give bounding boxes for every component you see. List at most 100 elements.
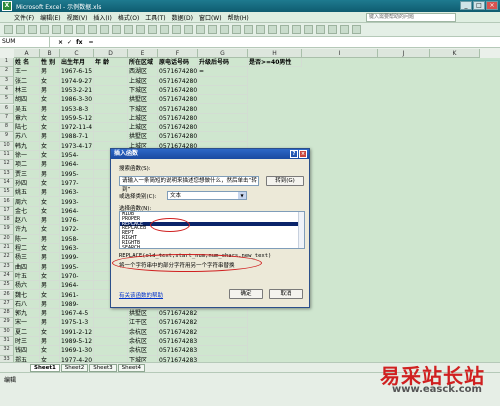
name-box[interactable]: SUM bbox=[0, 37, 50, 47]
table-cell[interactable]: 魏七 bbox=[14, 290, 40, 300]
header-cell[interactable]: 原电话号码 bbox=[158, 58, 198, 68]
column-header[interactable]: K bbox=[430, 49, 480, 58]
table-cell[interactable]: 西湖区 bbox=[128, 67, 158, 77]
column-header[interactable]: H bbox=[248, 49, 302, 58]
table-cell[interactable]: 陆七 bbox=[14, 123, 40, 133]
table-cell[interactable]: 宋一 bbox=[14, 318, 40, 328]
table-cell[interactable]: 男 bbox=[40, 188, 60, 198]
header-cell[interactable]: 姓 名 bbox=[14, 58, 40, 68]
row-header[interactable]: 29 bbox=[0, 318, 14, 328]
table-cell[interactable]: 1977- bbox=[60, 178, 94, 189]
toolbar-button[interactable] bbox=[292, 25, 301, 34]
row-header[interactable]: 5 bbox=[0, 95, 14, 105]
table-cell[interactable]: 陈一 bbox=[14, 234, 40, 244]
header-cell[interactable]: 升级后号码 bbox=[198, 58, 248, 68]
table-cell[interactable]: 05716742801 bbox=[158, 67, 198, 77]
minimize-button[interactable]: _ bbox=[460, 1, 472, 10]
table-cell[interactable] bbox=[94, 327, 128, 337]
header-cell[interactable]: 是否>=40男性 bbox=[248, 58, 302, 68]
function-list-item[interactable]: SEARCH bbox=[120, 245, 304, 248]
table-cell[interactable]: 赵八 bbox=[14, 216, 40, 226]
row-header[interactable]: 22 bbox=[0, 253, 14, 263]
table-cell[interactable]: 05716742830 bbox=[158, 337, 198, 347]
enter-icon[interactable]: ✓ bbox=[67, 39, 72, 46]
toolbar-button[interactable] bbox=[220, 25, 229, 34]
table-cell[interactable] bbox=[94, 104, 128, 114]
table-cell[interactable] bbox=[198, 113, 248, 124]
row-header[interactable]: 25 bbox=[0, 281, 14, 291]
category-select[interactable]: 文本 ▼ bbox=[167, 191, 247, 200]
table-cell[interactable]: 贾三 bbox=[14, 169, 40, 179]
table-cell[interactable]: 1995- bbox=[60, 169, 94, 179]
table-cell[interactable]: 韩九 bbox=[14, 141, 40, 151]
row-header[interactable]: 8 bbox=[0, 123, 14, 133]
column-header[interactable]: F bbox=[158, 49, 198, 58]
table-cell[interactable]: 男 bbox=[40, 309, 60, 319]
table-cell[interactable]: 1972-11-4 bbox=[60, 123, 94, 133]
table-cell[interactable]: 1988-7-1 bbox=[60, 132, 94, 142]
header-cell[interactable]: 年 龄 bbox=[94, 58, 128, 68]
row-header[interactable]: 6 bbox=[0, 104, 14, 114]
table-cell[interactable]: 1967-6-15 bbox=[60, 67, 94, 77]
table-cell[interactable]: 郭九 bbox=[14, 309, 40, 319]
menu-item[interactable]: 帮助(H) bbox=[228, 13, 249, 22]
header-cell[interactable]: 出生年月 bbox=[60, 58, 94, 68]
table-cell[interactable]: 1958- bbox=[60, 234, 94, 244]
table-cell[interactable]: 1969-1-30 bbox=[60, 346, 94, 356]
table-cell[interactable]: 1972- bbox=[60, 225, 94, 235]
table-cell[interactable] bbox=[94, 132, 128, 142]
row-header[interactable]: 11 bbox=[0, 151, 14, 161]
table-cell[interactable]: 1970- bbox=[60, 271, 94, 282]
row-header[interactable]: 21 bbox=[0, 244, 14, 254]
table-cell[interactable]: 05716742806 bbox=[158, 113, 198, 124]
table-cell[interactable]: 男 bbox=[40, 337, 60, 347]
column-header[interactable]: I bbox=[302, 49, 378, 58]
toolbar-button[interactable] bbox=[148, 25, 157, 34]
toolbar-button[interactable] bbox=[184, 25, 193, 34]
header-cell[interactable]: 性 别 bbox=[40, 58, 60, 68]
table-cell[interactable]: 石八 bbox=[14, 299, 40, 310]
list-scrollbar[interactable] bbox=[298, 212, 304, 248]
dialog-close-icon[interactable]: × bbox=[299, 150, 307, 158]
toolbar-button[interactable] bbox=[4, 25, 13, 34]
table-cell[interactable]: 张二 bbox=[14, 76, 40, 86]
table-cell[interactable]: 1975-1-3 bbox=[60, 318, 94, 328]
table-cell[interactable]: 女 bbox=[40, 327, 60, 337]
table-cell[interactable]: 男 bbox=[40, 253, 60, 263]
toolbar-button[interactable] bbox=[256, 25, 265, 34]
table-cell[interactable]: 1953-2-21 bbox=[60, 85, 94, 96]
toolbar-button[interactable] bbox=[316, 25, 325, 34]
table-cell[interactable]: 女 bbox=[40, 151, 60, 161]
table-cell[interactable]: 1993- bbox=[60, 197, 94, 207]
table-cell[interactable] bbox=[198, 309, 248, 319]
table-cell[interactable] bbox=[94, 309, 128, 319]
table-cell[interactable]: 男 bbox=[40, 104, 60, 114]
row-header[interactable]: 3 bbox=[0, 76, 14, 86]
row-header[interactable]: 26 bbox=[0, 290, 14, 300]
table-cell[interactable]: 男 bbox=[40, 85, 60, 96]
table-cell[interactable]: = bbox=[198, 67, 248, 77]
toolbar-button[interactable] bbox=[328, 25, 337, 34]
table-cell[interactable]: 05716742807 bbox=[158, 123, 198, 133]
row-header[interactable]: 12 bbox=[0, 160, 14, 170]
table-cell[interactable]: 周六 bbox=[14, 197, 40, 207]
toolbar-button[interactable] bbox=[196, 25, 205, 34]
row-header[interactable]: 24 bbox=[0, 271, 14, 282]
sheet-tab[interactable]: Sheet1 bbox=[30, 363, 60, 372]
toolbar-button[interactable] bbox=[52, 25, 61, 34]
column-header[interactable]: B bbox=[40, 49, 60, 58]
table-cell[interactable]: 杨三 bbox=[14, 253, 40, 263]
table-cell[interactable]: 1964- bbox=[60, 160, 94, 170]
table-cell[interactable]: 1963- bbox=[60, 244, 94, 254]
toolbar-button[interactable] bbox=[88, 25, 97, 34]
row-header[interactable]: 18 bbox=[0, 216, 14, 226]
toolbar-button[interactable] bbox=[136, 25, 145, 34]
table-cell[interactable]: 男 bbox=[40, 67, 60, 77]
table-cell[interactable]: 女 bbox=[40, 206, 60, 217]
table-cell[interactable]: 男 bbox=[40, 281, 60, 291]
table-cell[interactable]: 金七 bbox=[14, 206, 40, 217]
row-header[interactable]: 9 bbox=[0, 132, 14, 142]
table-cell[interactable]: 05716742831 bbox=[158, 346, 198, 356]
row-header[interactable]: 30 bbox=[0, 327, 14, 337]
column-header[interactable]: D bbox=[94, 49, 128, 58]
